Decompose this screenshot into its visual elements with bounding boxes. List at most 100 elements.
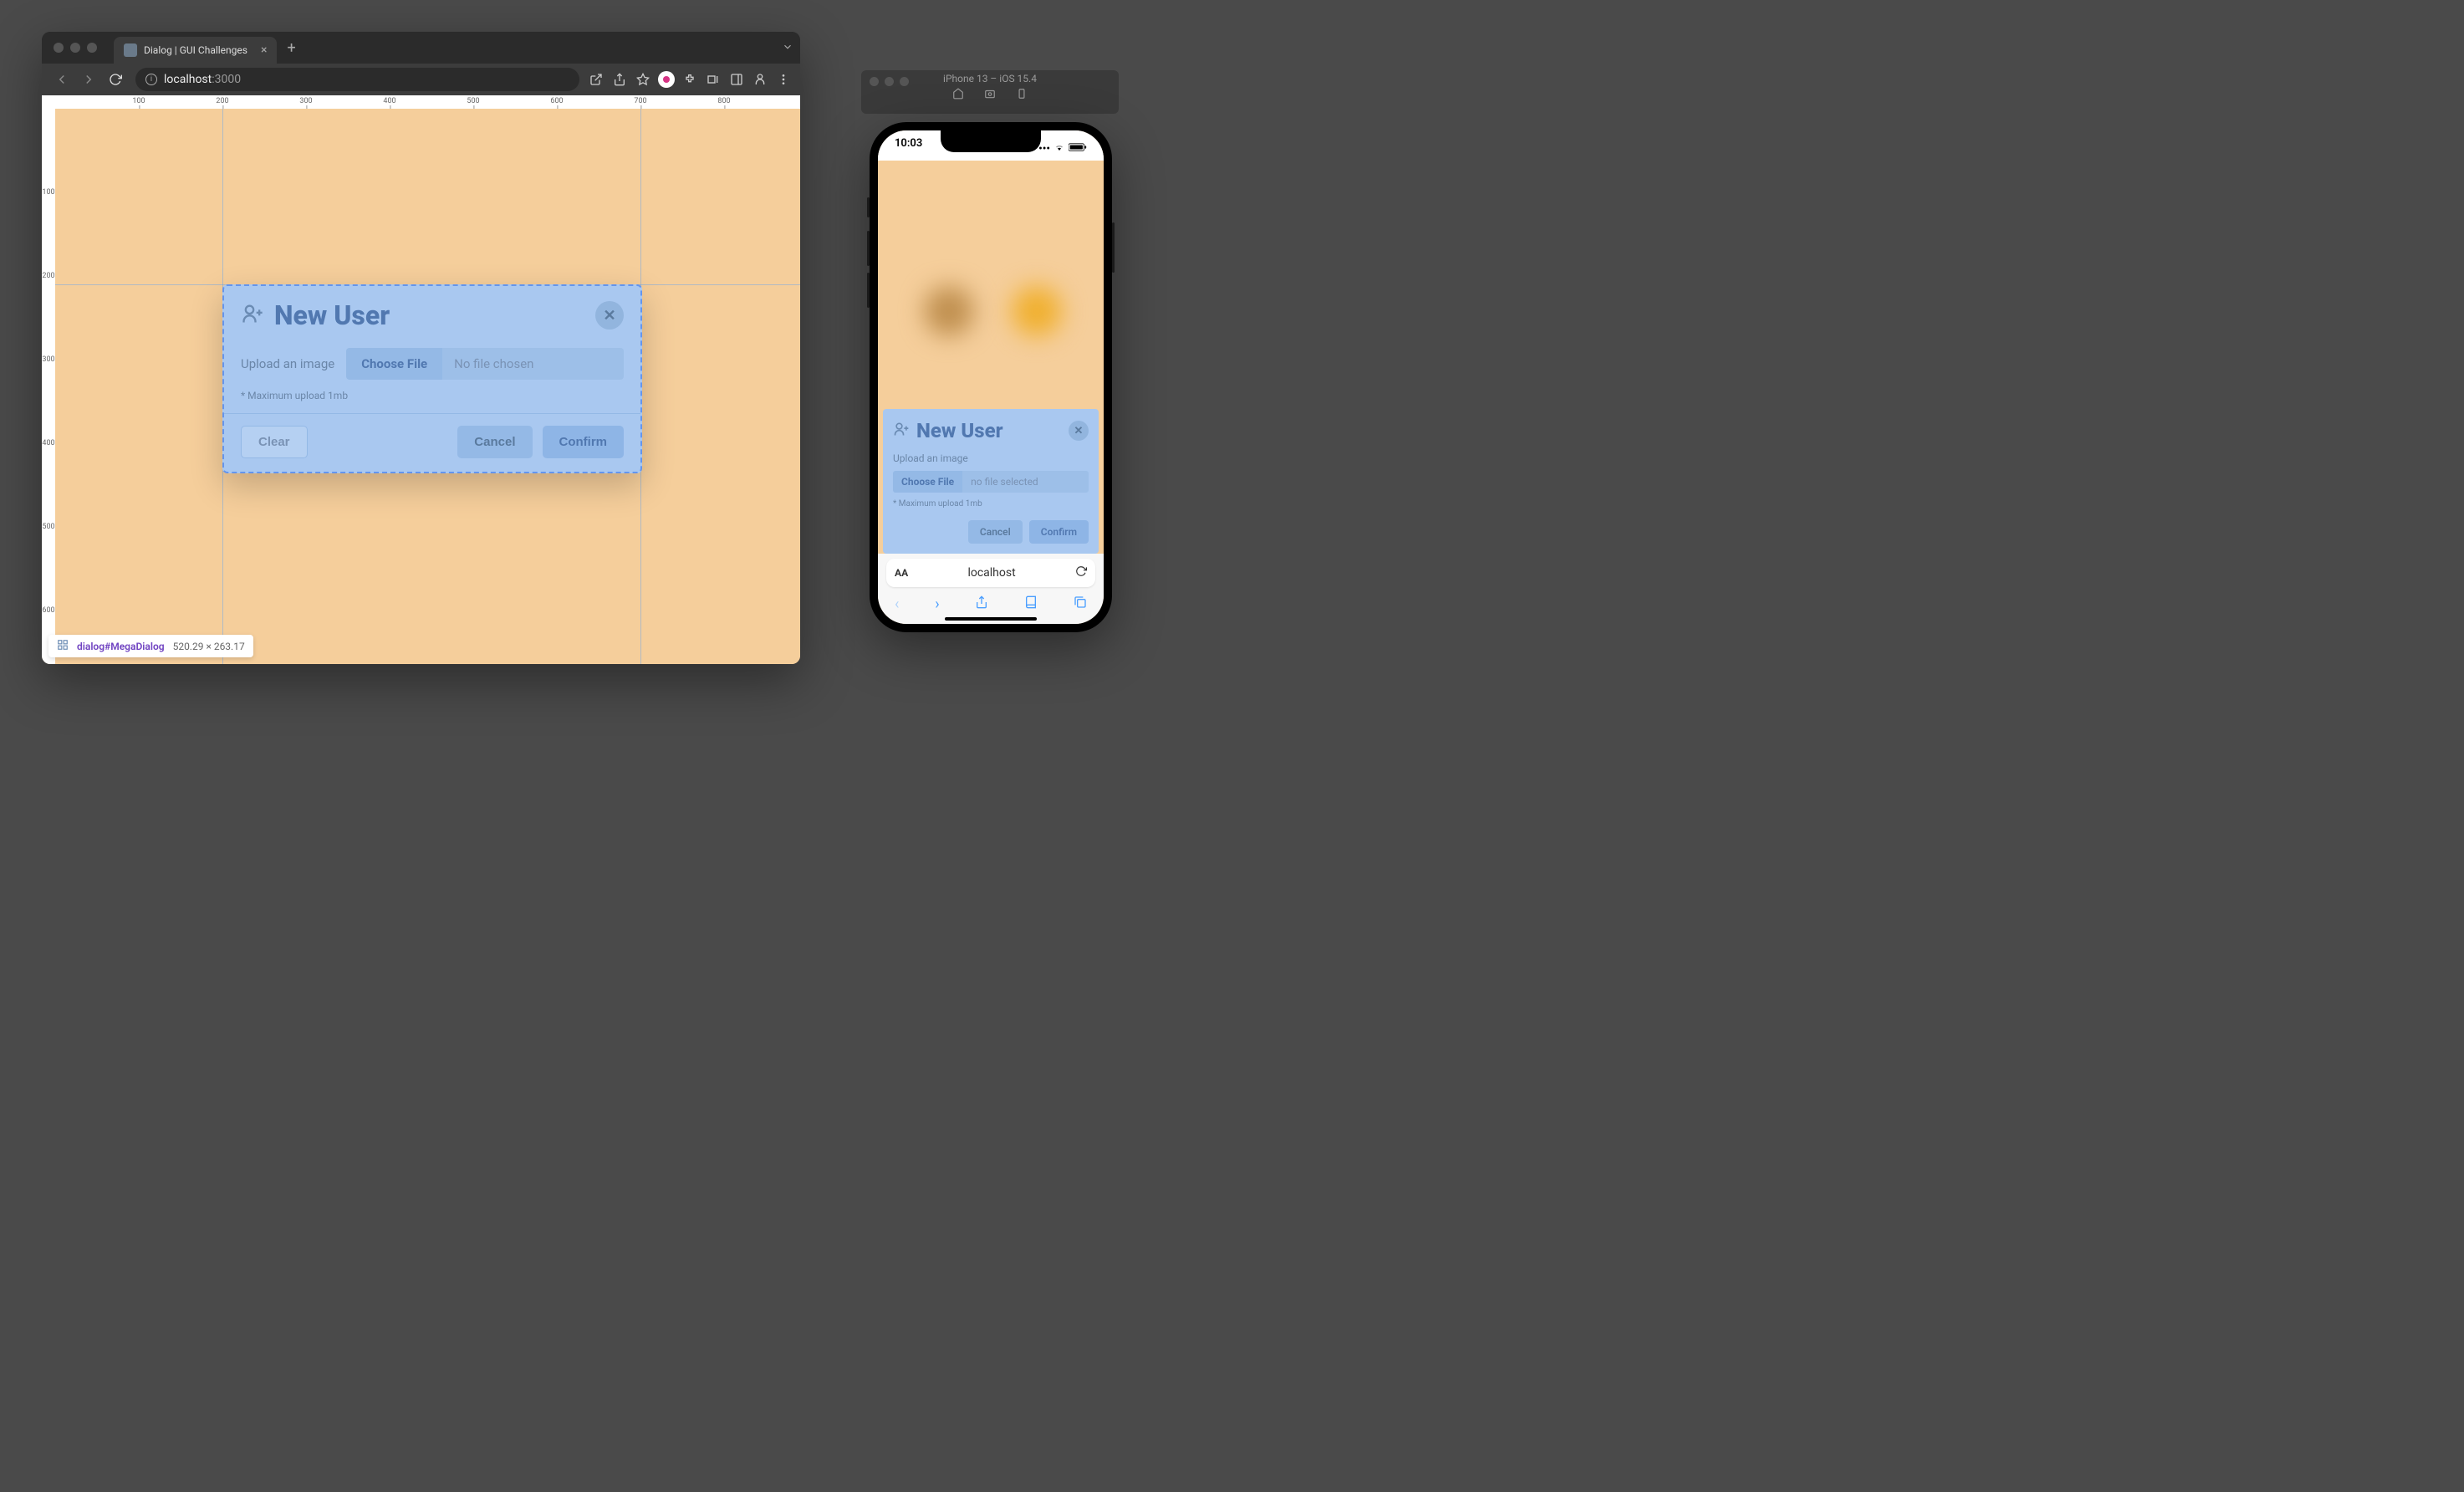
- person-add-icon: [893, 421, 910, 441]
- toolbar-actions: [588, 71, 792, 88]
- notch: [941, 130, 1041, 152]
- wifi-icon: [1053, 142, 1065, 156]
- extension-icon[interactable]: [658, 71, 675, 88]
- phone-content: New User ✕ Upload an image Choose File n…: [878, 161, 1104, 554]
- menu-icon[interactable]: [775, 71, 792, 88]
- share-icon[interactable]: [975, 595, 988, 613]
- safari-nav: ‹ ›: [878, 592, 1104, 616]
- ruler-corner: [42, 95, 55, 109]
- confirm-button[interactable]: Confirm: [1029, 520, 1089, 544]
- choose-file-button[interactable]: Choose File: [346, 348, 442, 380]
- mute-switch[interactable]: [867, 197, 870, 217]
- upload-hint: * Maximum upload 1mb: [893, 499, 1089, 508]
- ruler-tick: 400: [383, 95, 395, 105]
- share-icon[interactable]: [611, 71, 628, 88]
- open-external-icon[interactable]: [588, 71, 605, 88]
- browser-tab[interactable]: Dialog | GUI Challenges ×: [114, 37, 277, 64]
- ruler-tick: 300: [42, 355, 55, 364]
- ruler-tick: 500: [467, 95, 479, 105]
- dialog-title: New User: [916, 419, 1062, 442]
- minimize-window[interactable]: [70, 43, 80, 53]
- maximize-window[interactable]: [900, 77, 909, 86]
- safari-url: localhost: [908, 566, 1075, 580]
- maximize-window[interactable]: [87, 43, 97, 53]
- back-button[interactable]: [50, 68, 74, 91]
- volume-down[interactable]: [867, 273, 870, 308]
- site-info-icon[interactable]: i: [145, 74, 157, 85]
- home-icon[interactable]: [952, 88, 964, 102]
- ruler-tick: 800: [717, 95, 730, 105]
- blur-blob: [924, 286, 974, 336]
- dialog-footer: Clear Cancel Confirm: [224, 413, 640, 472]
- address-bar[interactable]: i localhost:3000: [135, 68, 579, 91]
- simulator-title: iPhone 13 – iOS 15.4: [943, 73, 1037, 84]
- volume-up[interactable]: [867, 231, 870, 266]
- media-icon[interactable]: [705, 71, 722, 88]
- dialog-header: New User ✕: [893, 419, 1089, 442]
- dialog-footer: Cancel Confirm: [893, 520, 1089, 544]
- close-window[interactable]: [870, 77, 879, 86]
- sidepanel-icon[interactable]: [728, 71, 745, 88]
- close-window[interactable]: [54, 43, 64, 53]
- upload-label: Upload an image: [893, 452, 1089, 464]
- ruler-tick: 100: [132, 95, 145, 105]
- cancel-button[interactable]: Cancel: [457, 426, 532, 458]
- inspect-selector: dialog#MegaDialog: [77, 641, 165, 652]
- ruler-tick: 100: [42, 188, 55, 197]
- ruler-tick: 700: [634, 95, 646, 105]
- file-input[interactable]: Choose File no file selected: [893, 471, 1089, 493]
- confirm-button[interactable]: Confirm: [543, 426, 625, 458]
- tabs-icon[interactable]: [1074, 595, 1087, 613]
- rotate-icon[interactable]: [1016, 88, 1028, 102]
- ruler-horizontal[interactable]: 100 200 300 400 500 600 700 800 900: [55, 95, 800, 109]
- reload-button[interactable]: [104, 68, 127, 91]
- spacer: [318, 426, 448, 458]
- grid-icon: [57, 639, 69, 653]
- reload-icon[interactable]: [1075, 565, 1087, 580]
- extensions-icon[interactable]: [681, 71, 698, 88]
- ruler-tick: 500: [42, 523, 55, 531]
- chrome-window: Dialog | GUI Challenges × + i localhost:…: [42, 32, 800, 664]
- power-button[interactable]: [1112, 222, 1115, 273]
- safari-address-bar[interactable]: AA localhost: [886, 559, 1095, 587]
- url-host: localhost: [164, 73, 212, 86]
- bookmark-icon[interactable]: [635, 71, 651, 88]
- close-dialog-button[interactable]: ✕: [1069, 421, 1089, 441]
- mobile-dialog: New User ✕ Upload an image Choose File n…: [883, 409, 1099, 554]
- dialog-body: Upload an image Choose File No file chos…: [224, 340, 640, 413]
- close-dialog-button[interactable]: ✕: [595, 301, 624, 330]
- forward-button[interactable]: [77, 68, 100, 91]
- favicon-icon: [124, 43, 137, 57]
- bookmarks-icon[interactable]: [1024, 595, 1038, 613]
- close-tab-icon[interactable]: ×: [261, 43, 267, 57]
- mega-dialog: New User ✕ Upload an image Choose File N…: [222, 284, 642, 473]
- status-icons: •••: [1038, 137, 1087, 161]
- devtools-inspect-badge: dialog#MegaDialog 520.29 × 263.17: [48, 635, 253, 657]
- home-indicator[interactable]: [945, 617, 1037, 621]
- cancel-button[interactable]: Cancel: [968, 520, 1023, 544]
- tab-title: Dialog | GUI Challenges: [144, 44, 247, 56]
- choose-file-button[interactable]: Choose File: [893, 471, 962, 493]
- url-port: :3000: [212, 73, 241, 86]
- file-name-label: No file chosen: [442, 348, 624, 380]
- window-controls: [54, 43, 97, 53]
- status-time: 10:03: [895, 137, 922, 161]
- profile-icon[interactable]: [752, 71, 768, 88]
- upload-label: Upload an image: [241, 356, 334, 371]
- phone-screen: 10:03 ••• New User ✕ Upload an image: [878, 130, 1104, 624]
- ruler-vertical[interactable]: 100 200 300 400 500 600: [42, 109, 55, 664]
- ruler-tick: 600: [42, 606, 55, 615]
- file-input[interactable]: Choose File No file chosen: [346, 348, 624, 380]
- tab-overflow-icon[interactable]: [782, 40, 793, 56]
- clear-button[interactable]: Clear: [241, 426, 308, 458]
- tab-bar: Dialog | GUI Challenges × +: [42, 32, 800, 64]
- back-button[interactable]: ‹: [895, 595, 899, 613]
- viewport: 100 200 300 400 500 600 700 800 900 100 …: [42, 95, 800, 664]
- screenshot-icon[interactable]: [984, 88, 996, 102]
- reader-icon[interactable]: AA: [895, 567, 908, 579]
- person-add-icon: [241, 302, 264, 329]
- dialog-title: New User: [274, 299, 585, 331]
- new-tab-button[interactable]: +: [287, 39, 295, 57]
- forward-button[interactable]: ›: [935, 595, 939, 613]
- minimize-window[interactable]: [885, 77, 894, 86]
